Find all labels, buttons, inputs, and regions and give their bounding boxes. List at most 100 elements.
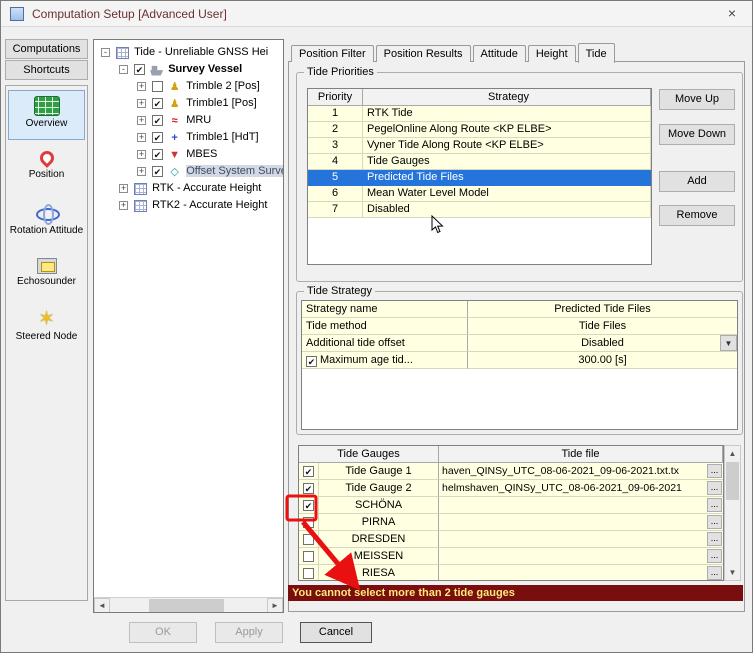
tree-expander-icon[interactable]: - [119,65,128,74]
gauge-row-tide-gauge-2[interactable]: ✔ Tide Gauge 2 helmshaven_QINSy_UTC_08-0… [299,480,723,497]
priority-row[interactable]: 2 PegelOnline Along Route <KP ELBE> [308,122,651,138]
gauge-file[interactable] [439,514,723,531]
computations-button[interactable]: Computations [5,39,88,59]
tree-expander-icon[interactable]: + [119,201,128,210]
gauge-checkbox[interactable]: ✔ [303,466,314,477]
gauge-row-dresden[interactable]: DRESDEN ... [299,531,723,548]
tree-checkbox[interactable]: ✔ [152,149,163,160]
move-down-button[interactable]: Move Down [659,124,735,145]
add-button[interactable]: Add [659,171,735,192]
tree-item-mru[interactable]: + ✔ ≈ MRU [94,112,283,129]
priority-row[interactable]: 4 Tide Gauges [308,154,651,170]
tree-item-trimble1-hdt[interactable]: + ✔ + Trimble1 [HdT] [94,129,283,146]
browse-button[interactable]: ... [707,566,722,580]
gauge-file[interactable] [439,497,723,514]
tree-expander-icon[interactable]: + [137,99,146,108]
gauge-checkbox[interactable] [303,517,314,528]
tree-item-tide-computation[interactable]: - Tide - Unreliable GNSS Hei [94,44,283,61]
tab-position-results[interactable]: Position Results [376,45,471,62]
gauge-file[interactable]: haven_QINSy_UTC_08-06-2021_09-06-2021.tx… [439,463,723,480]
priority-row-selected[interactable]: 5 Predicted Tide Files [308,170,651,186]
gauges-vertical-scrollbar[interactable]: ▲ ▼ [724,445,741,581]
tree-item-mbes[interactable]: + ✔ ▼ MBES [94,146,283,163]
strategy-name-value[interactable]: Predicted Tide Files [468,301,737,318]
sidebar-item-echosounder[interactable]: Echosounder [8,252,85,302]
gauge-file[interactable] [439,531,723,548]
gauge-checkbox[interactable]: ✔ [303,500,314,511]
tree-checkbox[interactable]: ✔ [134,64,145,75]
gauge-checkbox[interactable] [303,551,314,562]
tree-item-label[interactable]: Trimble 2 [Pos] [186,80,260,92]
tree-item-label[interactable]: RTK - Accurate Height [152,182,261,194]
sidebar-item-rotation-attitude[interactable]: Rotation Attitude [8,198,85,248]
tree-item-label[interactable]: Trimble1 [HdT] [186,131,258,143]
tide-method-value[interactable]: Tide Files [468,318,737,335]
tree-item-trimble1-pos[interactable]: + ✔ ♟ Trimble1 [Pos] [94,95,283,112]
browse-button[interactable]: ... [707,532,722,546]
gauge-row-tide-gauge-1[interactable]: ✔ Tide Gauge 1 haven_QINSy_UTC_08-06-202… [299,463,723,480]
gauge-checkbox[interactable] [303,534,314,545]
tab-position-filter[interactable]: Position Filter [291,45,374,62]
scrollbar-thumb[interactable] [149,599,224,612]
browse-button[interactable]: ... [707,498,722,512]
tree-expander-icon[interactable]: + [119,184,128,193]
browse-button[interactable]: ... [707,549,722,563]
browse-button[interactable]: ... [707,464,722,478]
tree-expander-icon[interactable]: + [137,150,146,159]
gauge-row-schoena[interactable]: ✔ SCHÖNA ... [299,497,723,514]
tree-expander-icon[interactable]: - [101,48,110,57]
scroll-up-icon[interactable]: ▲ [725,446,740,461]
move-up-button[interactable]: Move Up [659,89,735,110]
browse-button[interactable]: ... [707,481,722,495]
tree-checkbox[interactable]: ✔ [152,166,163,177]
tree-item-trimble2-pos[interactable]: + ♟ Trimble 2 [Pos] [94,78,283,95]
priority-row[interactable]: 6 Mean Water Level Model [308,186,651,202]
gauge-checkbox[interactable]: ✔ [303,483,314,494]
tree-item-label[interactable]: MRU [186,114,211,126]
gauge-file[interactable]: helmshaven_QINSy_UTC_08-06-2021_09-06-20… [439,480,723,497]
tree-item-label[interactable]: MBES [186,148,217,160]
maximum-age-checkbox[interactable]: ✔ [306,356,317,367]
tree-horizontal-scrollbar[interactable]: ◄ ► [94,597,283,612]
tree-item-survey-vessel[interactable]: - ✔ Survey Vessel [94,61,283,78]
tree-checkbox[interactable]: ✔ [152,98,163,109]
priority-row[interactable]: 1 RTK Tide [308,106,651,122]
priority-row[interactable]: 3 Vyner Tide Along Route <KP ELBE> [308,138,651,154]
tab-height[interactable]: Height [528,45,576,62]
sidebar-item-steered-node[interactable]: ✶ Steered Node [8,306,85,356]
scrollbar-thumb[interactable] [726,462,739,500]
dropdown-arrow-icon[interactable]: ▼ [720,335,737,351]
shortcuts-button[interactable]: Shortcuts [5,60,88,80]
gauge-row-meissen[interactable]: MEISSEN ... [299,548,723,565]
ok-button[interactable]: OK [129,622,197,643]
tree-item-label[interactable]: Trimble1 [Pos] [186,97,257,109]
scroll-left-icon[interactable]: ◄ [94,598,110,613]
tree-item-label[interactable]: Survey Vessel [168,63,242,75]
tree-item-offset-system[interactable]: + ✔ ◇ Offset System Survey V [94,163,283,180]
column-header-priority[interactable]: Priority [308,89,363,105]
remove-button[interactable]: Remove [659,205,735,226]
sidebar-item-overview[interactable]: Overview [8,90,85,140]
tree-item-label[interactable]: Offset System Survey V [186,165,284,177]
gauge-row-pirna[interactable]: PIRNA ... [299,514,723,531]
sidebar-item-position[interactable]: Position [8,144,85,194]
additional-tide-offset-value[interactable]: Disabled [468,335,737,352]
column-header-tide-gauges[interactable]: Tide Gauges [299,446,439,462]
scroll-down-icon[interactable]: ▼ [725,565,740,580]
gauge-file[interactable] [439,548,723,565]
tree-item-rtk-computation[interactable]: + RTK - Accurate Height [94,180,283,197]
close-icon[interactable]: × [718,3,746,23]
priority-row[interactable]: 7 Disabled [308,202,651,218]
gauge-checkbox[interactable] [303,568,314,579]
maximum-age-value[interactable]: 300.00 [s] [468,352,737,369]
browse-button[interactable]: ... [707,515,722,529]
tree-checkbox[interactable] [152,81,163,92]
tree-item-label[interactable]: RTK2 - Accurate Height [152,199,267,211]
apply-button[interactable]: Apply [215,622,283,643]
tree-checkbox[interactable]: ✔ [152,115,163,126]
scroll-right-icon[interactable]: ► [267,598,283,613]
column-header-tide-file[interactable]: Tide file [439,446,723,462]
tree-expander-icon[interactable]: + [137,116,146,125]
cancel-button[interactable]: Cancel [300,622,372,643]
tab-attitude[interactable]: Attitude [473,45,526,62]
